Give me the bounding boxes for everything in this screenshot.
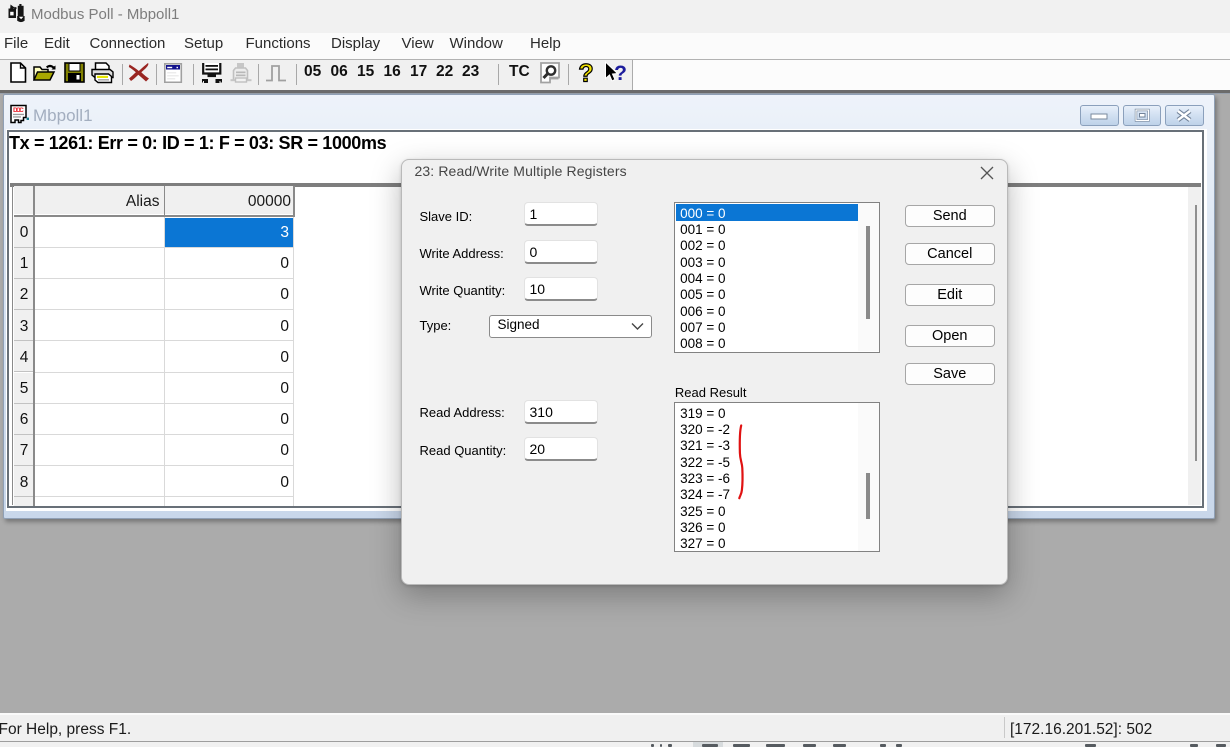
- svg-text:DOC: DOC: [13, 107, 25, 114]
- svg-text:?: ?: [578, 61, 593, 85]
